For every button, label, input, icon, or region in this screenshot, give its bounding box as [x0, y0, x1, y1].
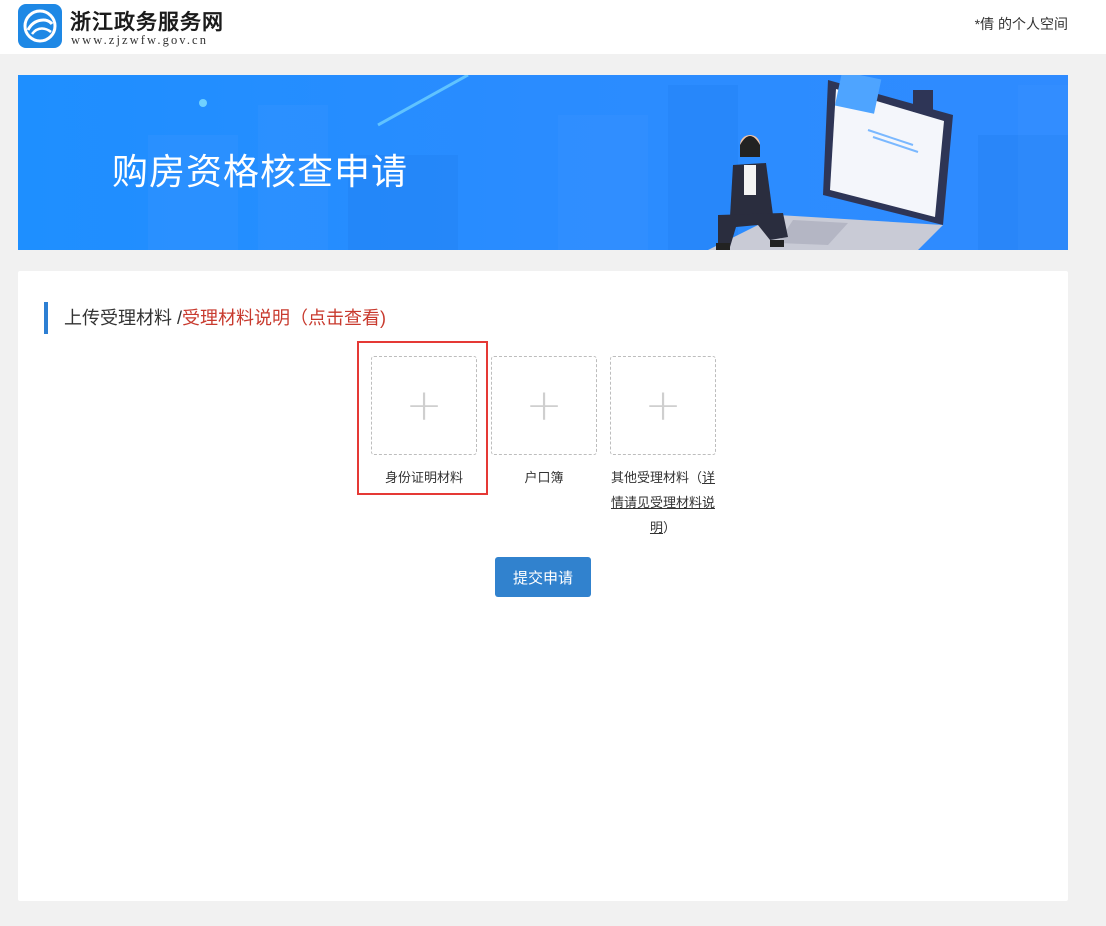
site-url: www.zjzwfw.gov.cn [71, 33, 209, 47]
site-title[interactable]: 浙江政务服务网 [70, 6, 224, 36]
materials-explain-link[interactable]: 受理材料说明（点击查看) [182, 308, 386, 328]
section-title: 上传受理材料 /受理材料说明（点击查看) [44, 302, 386, 334]
submit-button[interactable]: 提交申请 [495, 557, 591, 597]
user-space-link[interactable]: *倩 的个人空间 [975, 14, 1068, 34]
upload-label-other-suffix: ） [663, 520, 677, 535]
upload-box-other[interactable]: + [610, 356, 716, 455]
upload-slot-other: + 其他受理材料（详情请见受理材料说明） [610, 356, 716, 540]
plus-icon: + [644, 379, 682, 431]
plus-icon: + [405, 379, 443, 431]
upload-box-household[interactable]: + [491, 356, 597, 455]
top-header: 浙江政务服务网 www.zjzwfw.gov.cn *倩 的个人空间 [0, 0, 1106, 54]
upload-label-id-proof: 身份证明材料 [384, 470, 463, 485]
banner-title: 购房资格核查申请 [112, 151, 409, 192]
upload-box-id-proof[interactable]: + [371, 356, 477, 455]
site-logo-icon[interactable] [18, 4, 62, 48]
section-title-text: 上传受理材料 / [64, 308, 183, 328]
upload-label-other-prefix: 其他受理材料（ [610, 470, 702, 485]
upload-slot-id-proof: + 身份证明材料 [371, 356, 477, 490]
plus-icon: + [525, 379, 563, 431]
upload-label-household: 户口簿 [524, 470, 564, 485]
upload-card: 上传受理材料 /受理材料说明（点击查看) + 身份证明材料 + 户口簿 + 其他… [18, 271, 1068, 901]
upload-label-other: 其他受理材料（详情请见受理材料说明） [610, 465, 716, 540]
upload-slot-household: + 户口簿 [491, 356, 597, 490]
page-banner: 购房资格核查申请 [18, 75, 1068, 250]
